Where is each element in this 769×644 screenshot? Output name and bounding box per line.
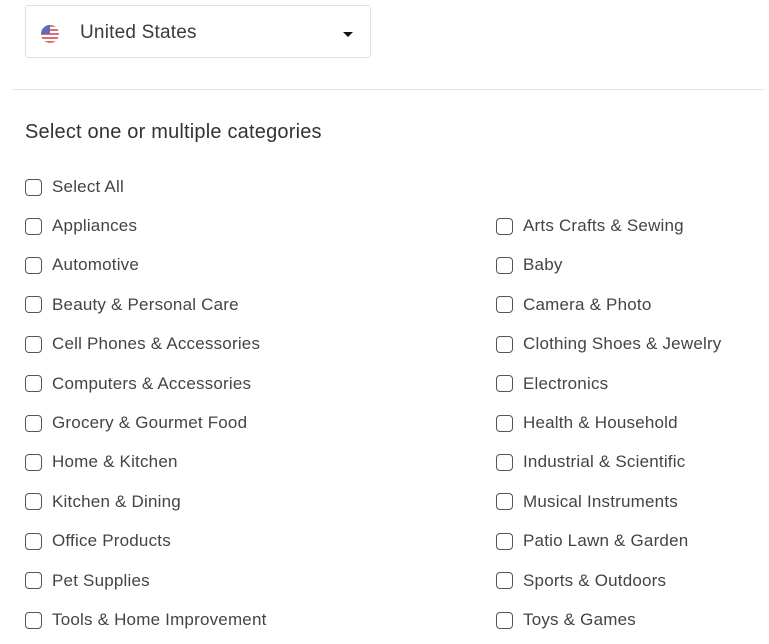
category-checkbox[interactable]: Computers & Accessories <box>25 374 251 394</box>
checkbox-label: Sports & Outdoors <box>523 570 667 590</box>
category-checkbox[interactable]: Baby <box>496 255 563 275</box>
checkbox-label: Office Products <box>52 531 171 551</box>
category-checkbox[interactable]: Kitchen & Dining <box>25 492 181 512</box>
checkbox-label: Toys & Games <box>523 610 636 629</box>
checkbox-label: Industrial & Scientific <box>523 452 686 472</box>
checkbox-icon[interactable] <box>496 414 513 432</box>
category-checkbox[interactable]: Grocery & Gourmet Food <box>25 413 247 433</box>
checkbox-label: Automotive <box>52 255 140 275</box>
checkbox-label: Baby <box>523 255 563 275</box>
checkbox-icon[interactable] <box>25 256 42 274</box>
category-checkbox[interactable]: Appliances <box>25 216 137 236</box>
category-checkbox[interactable]: Pet Supplies <box>25 571 150 591</box>
checkbox-icon[interactable] <box>25 493 42 511</box>
checkbox-icon[interactable] <box>496 335 513 353</box>
chevron-down-icon[interactable] <box>343 32 353 37</box>
checkbox-icon[interactable] <box>496 256 513 274</box>
checkbox-icon[interactable] <box>25 414 42 432</box>
category-checkbox[interactable]: Office Products <box>25 531 171 551</box>
category-checkbox[interactable]: Musical Instruments <box>496 492 678 512</box>
checkbox-label: Computers & Accessories <box>52 373 252 393</box>
checkbox-icon[interactable] <box>496 532 513 550</box>
select-all-checkbox[interactable]: Select All <box>25 177 124 197</box>
category-checkbox[interactable]: Sports & Outdoors <box>496 571 666 591</box>
checkbox-icon[interactable] <box>496 611 513 629</box>
checkbox-label: Kitchen & Dining <box>52 491 181 511</box>
checkbox-label: Appliances <box>52 216 138 235</box>
checkbox-label: Beauty & Personal Care <box>52 294 239 314</box>
category-checkbox[interactable]: Tools & Home Improvement <box>25 610 267 630</box>
checkbox-label: Patio Lawn & Garden <box>523 531 689 551</box>
checkbox-icon[interactable] <box>25 611 42 629</box>
checkbox-label: Select All <box>52 177 124 196</box>
checkbox-icon[interactable] <box>496 493 513 511</box>
checkbox-label: Musical Instruments <box>523 491 678 511</box>
checkbox-icon[interactable] <box>25 375 42 393</box>
category-checkbox[interactable]: Industrial & Scientific <box>496 452 685 472</box>
category-checkbox[interactable]: Automotive <box>25 255 139 275</box>
category-checkbox[interactable]: Home & Kitchen <box>25 452 178 472</box>
us-flag-icon <box>41 25 59 43</box>
checkbox-label: Tools & Home Improvement <box>52 610 267 629</box>
checkbox-label: Electronics <box>523 373 609 393</box>
category-checkbox[interactable]: Health & Household <box>496 413 678 433</box>
checkbox-label: Home & Kitchen <box>52 452 178 472</box>
checkbox-icon[interactable] <box>25 217 42 235</box>
checkbox-label: Arts Crafts & Sewing <box>523 216 684 235</box>
checkbox-icon[interactable] <box>496 453 513 471</box>
category-checkbox[interactable]: Electronics <box>496 374 608 394</box>
category-checkbox[interactable]: Patio Lawn & Garden <box>496 531 688 551</box>
checkbox-icon[interactable] <box>25 178 42 196</box>
country-selected-value: United States <box>80 22 197 43</box>
checkbox-label: Clothing Shoes & Jewelry <box>523 334 722 354</box>
checkbox-label: Health & Household <box>523 413 678 432</box>
checkbox-icon[interactable] <box>496 572 513 590</box>
checkbox-icon[interactable] <box>496 375 513 393</box>
country-select[interactable]: United States <box>25 5 371 58</box>
checkbox-label: Cell Phones & Accessories <box>52 334 261 354</box>
category-checkbox[interactable]: Cell Phones & Accessories <box>25 334 260 354</box>
checkbox-label: Camera & Photo <box>523 294 652 314</box>
checkbox-icon[interactable] <box>25 532 42 550</box>
checkbox-icon[interactable] <box>25 453 42 471</box>
category-checkbox[interactable]: Beauty & Personal Care <box>25 295 239 315</box>
categories-heading: Select one or multiple categories <box>25 121 322 143</box>
category-checkbox[interactable]: Clothing Shoes & Jewelry <box>496 334 722 354</box>
checkbox-icon[interactable] <box>496 296 513 314</box>
checkbox-icon[interactable] <box>25 296 42 314</box>
category-checkbox[interactable]: Arts Crafts & Sewing <box>496 216 684 236</box>
checkbox-icon[interactable] <box>496 217 513 235</box>
category-checkbox[interactable]: Toys & Games <box>496 610 636 630</box>
checkbox-icon[interactable] <box>25 572 42 590</box>
divider <box>12 89 765 90</box>
checkbox-label: Pet Supplies <box>52 570 150 590</box>
checkbox-icon[interactable] <box>25 335 42 353</box>
checkbox-label: Grocery & Gourmet Food <box>52 413 248 432</box>
category-checkbox[interactable]: Camera & Photo <box>496 295 651 315</box>
